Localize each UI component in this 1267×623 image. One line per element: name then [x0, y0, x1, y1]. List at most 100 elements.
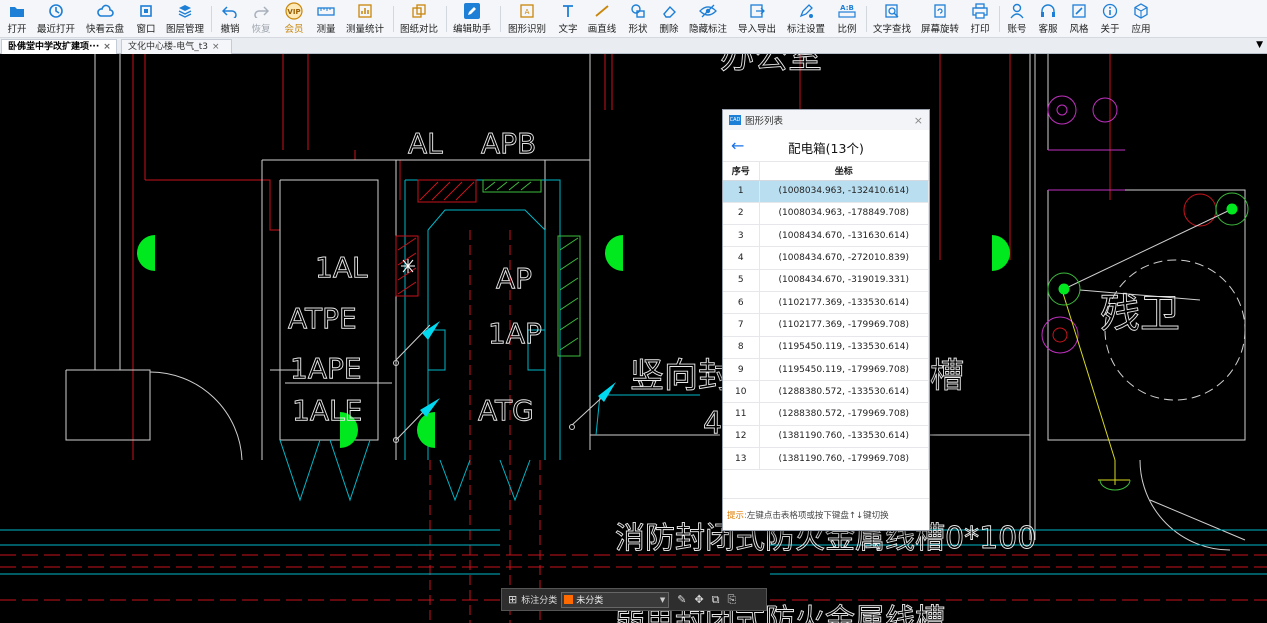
text-search-label: 文字查找: [872, 24, 911, 35]
table-row[interactable]: 1 (1008034.963, -132410.614): [723, 180, 929, 203]
folder-open-icon: [9, 2, 25, 20]
info-icon: [1102, 2, 1118, 20]
undo-button[interactable]: 撤销: [218, 2, 242, 36]
hide-annotation-label: 隐藏标注: [688, 24, 727, 35]
cloud-icon: [96, 2, 114, 20]
annotation-category-bar: ⊞ 标注分类 未分类 ▼ ✎ ✥ ⧉ ⎘: [501, 588, 767, 611]
tab-file-2[interactable]: 文化中心楼-电气_t3 ×: [121, 39, 232, 54]
paste-icon[interactable]: ⎘: [728, 593, 737, 607]
drawing-label-1ale: 1ALE: [292, 394, 362, 427]
delete-button[interactable]: 删除: [657, 2, 681, 36]
annotation-settings-icon: [798, 2, 814, 20]
table-row[interactable]: 10 (1288380.572, -133530.614): [723, 380, 929, 404]
compare-button[interactable]: 图纸对比: [399, 2, 439, 36]
drawing-label-shaft: 竖向封: [630, 356, 732, 396]
table-row[interactable]: 2 (1008034.963, -178849.708): [723, 202, 929, 226]
edit-assistant-label: 编辑助手: [452, 24, 491, 35]
text-search-button[interactable]: 文字查找: [872, 2, 912, 36]
apps-icon: [1133, 2, 1149, 20]
delete-label: 删除: [659, 24, 679, 35]
cloud-button[interactable]: 快看云盘: [85, 2, 125, 36]
move-icon[interactable]: ✥: [694, 593, 703, 606]
tab-file-2-label: 文化中心楼-电气_t3: [128, 42, 209, 52]
redo-icon: [253, 2, 269, 20]
account-label: 账号: [1007, 24, 1027, 35]
table-row[interactable]: 11 (1288380.572, -179969.708): [723, 402, 929, 426]
account-icon: [1009, 2, 1025, 20]
import-export-button[interactable]: 导入导出: [737, 2, 777, 36]
table-row[interactable]: 6 (1102177.369, -133530.614): [723, 291, 929, 315]
row-index: 10: [723, 380, 760, 404]
measure-stats-button[interactable]: 测量统计: [345, 2, 385, 36]
table-row[interactable]: 4 (1008434.670, -272010.839): [723, 246, 929, 270]
hide-annotation-button[interactable]: 隐藏标注: [688, 2, 728, 36]
recent-button[interactable]: 最近打开: [36, 2, 76, 36]
window-icon: [139, 2, 153, 20]
about-button[interactable]: 关于: [1098, 2, 1122, 36]
table-row[interactable]: 5 (1008434.670, -319019.331): [723, 269, 929, 292]
chevron-down-icon: ▼: [659, 595, 666, 604]
annotation-settings-label: 标注设置: [786, 24, 825, 35]
row-index: 7: [723, 313, 760, 337]
layers-button[interactable]: 图层管理: [165, 2, 205, 36]
vip-button[interactable]: VIP 会员: [281, 2, 307, 36]
edit-assistant-icon: [463, 2, 481, 20]
support-button[interactable]: 客服: [1036, 2, 1060, 36]
line-button[interactable]: 画直线: [587, 2, 617, 36]
annotation-settings-button[interactable]: 标注设置: [786, 2, 826, 36]
compare-icon: [411, 2, 427, 20]
edit-assistant-button[interactable]: 编辑助手: [452, 2, 492, 36]
open-label: 打开: [7, 24, 27, 35]
close-icon[interactable]: ×: [103, 42, 111, 52]
table-row[interactable]: 3 (1008434.670, -131630.614): [723, 224, 929, 248]
shape-recognize-icon: A: [519, 2, 535, 20]
redo-button[interactable]: 恢复: [249, 2, 273, 36]
import-export-icon: [749, 2, 765, 20]
main-toolbar: 打开 最近打开 快看云盘 窗口 图层管理 撤销 恢复 VIP 会员 测量 测量统…: [0, 0, 1267, 38]
shape-recognize-label: 图形识别: [507, 24, 546, 35]
tab-file-1[interactable]: 卧佛堂中学改扩建项··· ×: [1, 39, 117, 54]
drawing-label-1ap: 1AP: [488, 317, 542, 350]
scale-button[interactable]: A:B 比例: [835, 2, 859, 36]
shape-list-dialog: CAD 图形列表 × ← 配电箱(13个) 序号 坐标 1 (1008034.96…: [722, 109, 930, 531]
svg-text:VIP: VIP: [287, 8, 300, 16]
close-icon[interactable]: ×: [212, 42, 220, 52]
apps-button[interactable]: 应用: [1129, 2, 1153, 36]
measure-button[interactable]: 测量: [314, 2, 338, 36]
line-label: 画直线: [587, 24, 617, 35]
rotate-screen-icon: [932, 2, 948, 20]
shape-button[interactable]: 形状: [626, 2, 650, 36]
table-row[interactable]: 12 (1381190.760, -133530.614): [723, 425, 929, 449]
scale-label: 比例: [837, 24, 857, 35]
drawing-canvas[interactable]: 办公室 AL APB 1AL AP ATPE 1AP 1APE 1ALE ATG…: [0, 54, 1267, 623]
rotate-screen-button[interactable]: 屏幕旋转: [920, 2, 960, 36]
row-index: 3: [723, 224, 760, 248]
shape-recognize-button[interactable]: A 图形识别: [507, 2, 547, 36]
tab-list-dropdown-icon[interactable]: ▼: [1256, 40, 1263, 50]
style-button[interactable]: 风格: [1067, 2, 1091, 36]
edit-icon[interactable]: ✎: [677, 593, 686, 606]
open-button[interactable]: 打开: [4, 2, 30, 36]
account-button[interactable]: 账号: [1005, 2, 1029, 36]
grid-icon[interactable]: ⊞: [508, 593, 517, 606]
row-coordinate: (1008434.670, -272010.839): [759, 246, 929, 270]
cloud-label: 快看云盘: [85, 24, 124, 35]
row-coordinate: (1008034.963, -178849.708): [759, 202, 929, 226]
table-row[interactable]: 13 (1381190.760, -179969.708): [723, 447, 929, 471]
undo-icon: [222, 2, 238, 20]
category-color-swatch: [564, 595, 574, 604]
table-row[interactable]: 8 (1195450.119, -133530.614): [723, 336, 929, 359]
row-coordinate: (1288380.572, -133530.614): [759, 380, 929, 404]
table-row[interactable]: 9 (1195450.119, -179969.708): [723, 358, 929, 382]
print-button[interactable]: 打印: [968, 2, 992, 36]
window-button[interactable]: 窗口: [134, 2, 158, 36]
text-button[interactable]: 文字: [556, 2, 580, 36]
table-row[interactable]: 7 (1102177.369, -179969.708): [723, 313, 929, 337]
drawing-label-apb: APB: [481, 127, 536, 160]
dialog-titlebar[interactable]: CAD 图形列表 ×: [723, 110, 929, 130]
close-icon[interactable]: ×: [914, 114, 923, 127]
category-select[interactable]: 未分类 ▼: [561, 591, 670, 608]
row-coordinate: (1195450.119, -179969.708): [759, 358, 929, 382]
ruler-icon: [317, 2, 335, 20]
copy-icon[interactable]: ⧉: [712, 593, 720, 607]
